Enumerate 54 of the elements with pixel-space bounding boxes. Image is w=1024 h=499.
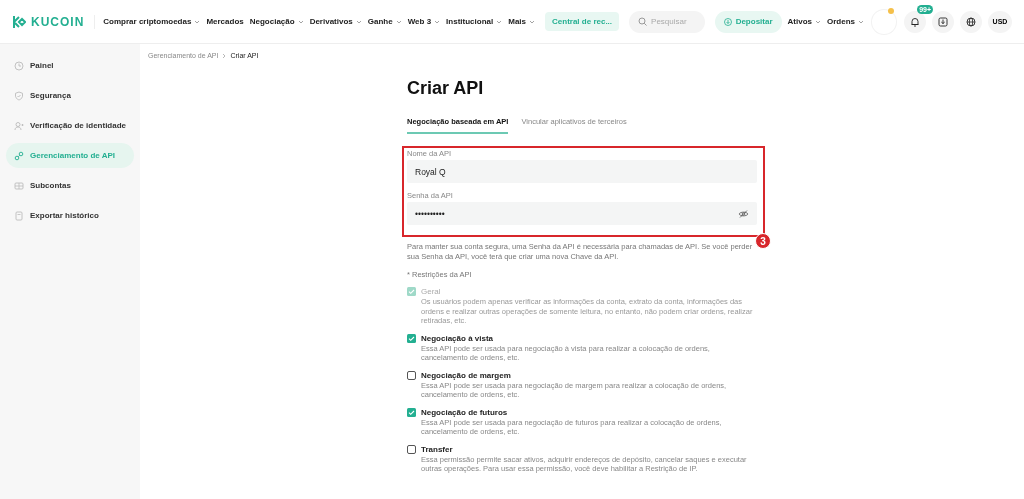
bell-icon [910,16,920,27]
caret-icon [194,19,201,24]
option-title: Negociação de margem [421,370,511,380]
person-icon [14,120,24,131]
menu-link[interactable]: Ativos [787,17,821,26]
page-title: Criar API [407,78,485,99]
chevron-icon [222,52,227,59]
link-icon [14,150,24,161]
sidebar-item[interactable]: Segurança [6,83,134,108]
nav-link[interactable]: Mercados [206,17,244,26]
nav-link[interactable]: Institucional [446,17,503,26]
download-button[interactable] [932,10,954,33]
notification-button[interactable] [904,10,926,33]
clock-icon [14,60,24,71]
caret-icon [815,19,821,24]
download-icon [723,17,732,26]
sidebar-item[interactable]: Subcontas [6,173,134,198]
sidebar-item[interactable]: Exportar histórico [6,203,134,228]
download-icon [938,16,948,27]
option-title: Negociação de futuros [421,407,508,417]
caret-icon [297,19,304,24]
menu-link[interactable]: Ordens [827,17,864,26]
language-button[interactable] [960,10,982,33]
option-title: Transfer [421,444,453,454]
caret-icon [496,19,503,24]
nav-link[interactable]: Mais [508,17,536,26]
option-title: Negociação à vista [421,333,494,343]
nav-link[interactable]: Derivativos [309,17,362,26]
checkbox[interactable] [407,333,416,343]
text-field[interactable]: Royal Q [407,160,757,183]
caret-icon [355,19,362,24]
caret-icon [858,19,864,24]
shield-icon [14,90,24,101]
nav-link[interactable]: Web 3 [407,17,441,26]
step-number: 3 [755,233,771,249]
sidebar-item[interactable]: Verificação de identidade [6,113,134,138]
document-icon [14,210,24,221]
nav-link[interactable]: Ganhe [367,17,402,26]
sidebar-item[interactable]: Painel [6,53,134,78]
caret-icon [434,19,441,24]
checkbox[interactable] [407,444,416,454]
caret-icon [395,19,402,24]
nav-link[interactable]: Comprar criptomoedas [103,17,201,26]
grid-icon [14,180,24,191]
logo-icon [12,14,26,29]
globe-icon [966,16,976,27]
checkbox[interactable] [407,407,416,417]
password-field[interactable]: •••••••••• [407,202,757,225]
search-field[interactable]: Pesquisar [629,10,706,33]
option-title: Geral [421,287,441,296]
caret-icon [529,19,536,24]
checkbox[interactable] [407,370,416,380]
eye-slash-icon[interactable] [738,209,749,218]
nav-link[interactable]: Negociação [249,17,304,26]
